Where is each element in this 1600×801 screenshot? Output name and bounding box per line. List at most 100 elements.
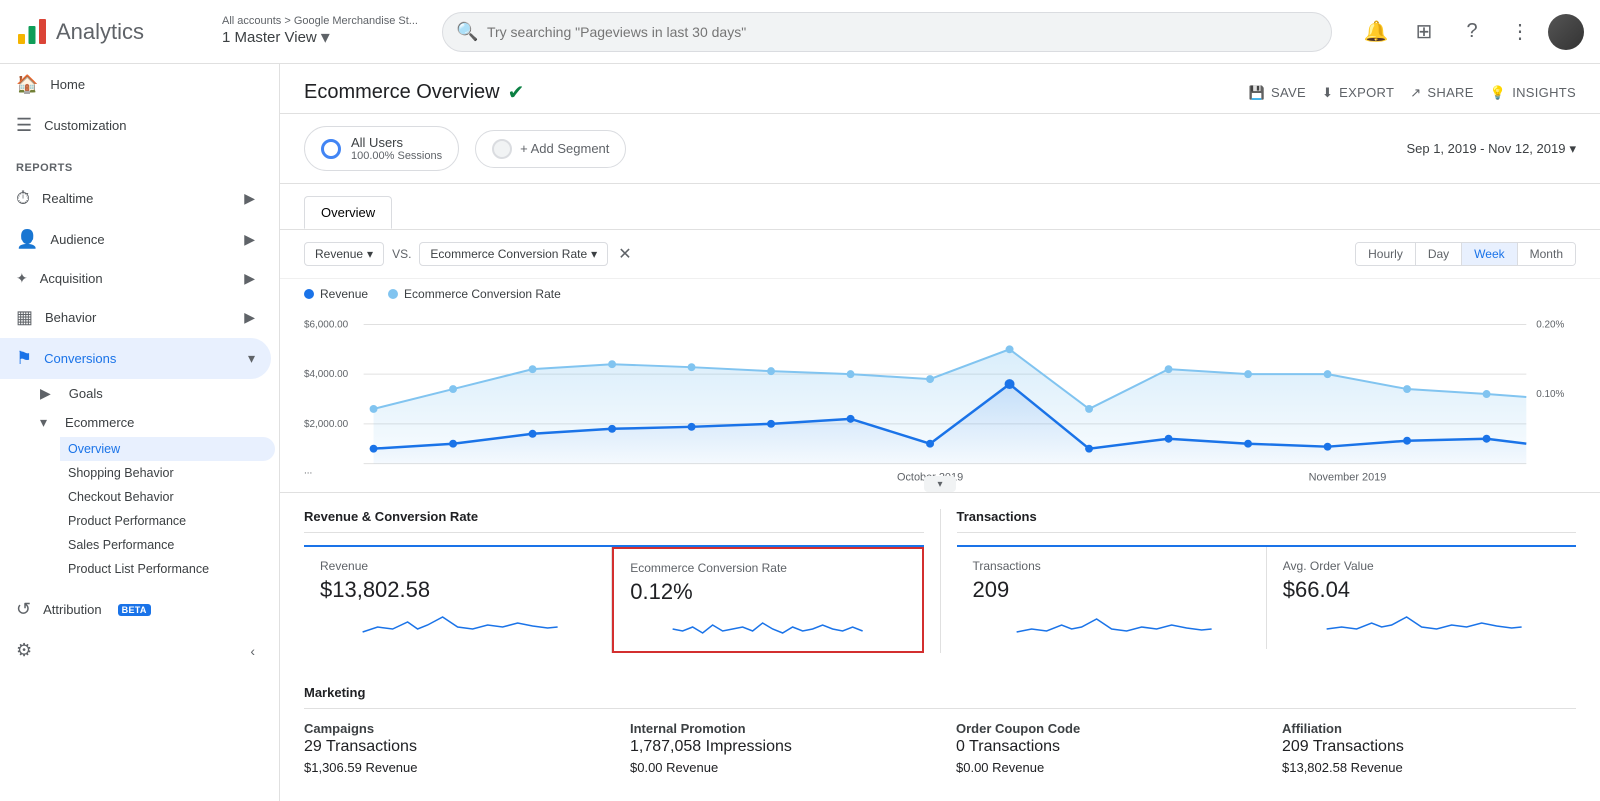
sidebar-item-product-performance[interactable]: Product Performance — [60, 509, 275, 533]
segment-sub: 100.00% Sessions — [351, 150, 442, 162]
sidebar-shopping-behavior-label: Shopping Behavior — [68, 466, 174, 480]
sidebar-realtime-label: Realtime — [42, 191, 93, 206]
metric-card-ecr: Ecommerce Conversion Rate 0.12% — [612, 547, 923, 653]
share-button[interactable]: ↗ SHARE — [1410, 85, 1474, 101]
metric-card-avg-order: Avg. Order Value $66.04 — [1267, 547, 1576, 649]
sidebar-sub-conversions: ▶ Goals ▾ Ecommerce — [0, 379, 279, 437]
date-range-selector[interactable]: Sep 1, 2019 - Nov 12, 2019 ▾ — [1406, 141, 1576, 157]
rev-dot-15 — [1483, 435, 1491, 443]
metric-value-avg-order: $66.04 — [1283, 577, 1560, 603]
expand-icon: ▶ — [244, 190, 255, 207]
account-view-selector[interactable]: 1 Master View ▾ — [222, 27, 418, 48]
sidebar-item-ecommerce[interactable]: ▾ Ecommerce — [48, 408, 271, 437]
sidebar-item-behavior[interactable]: ▦ Behavior ▶ — [0, 297, 271, 338]
marketing-title: Marketing — [304, 685, 1576, 709]
sidebar-reports-label: REPORTS — [0, 146, 279, 178]
clear-metric-button[interactable]: ✕ — [618, 244, 631, 264]
sidebar-item-acquisition[interactable]: ✦ Acquisition ▶ — [0, 260, 271, 297]
rev-dot-8 — [926, 440, 934, 448]
notification-bell-button[interactable]: 🔔 — [1356, 12, 1396, 52]
sidebar-sub2-ecommerce: Overview Shopping Behavior Checkout Beha… — [0, 437, 279, 581]
sidebar-item-product-list[interactable]: Product List Performance — [60, 557, 275, 581]
analytics-logo-icon — [16, 16, 48, 48]
revenue-section-title: Revenue & Conversion Rate — [304, 509, 924, 533]
revenue-sparkline-chart — [320, 607, 595, 637]
transactions-metrics: Transactions 209 Avg. Order Value $66.04 — [957, 545, 1577, 649]
day-button[interactable]: Day — [1415, 243, 1461, 265]
ecr-dot-12 — [1244, 370, 1252, 378]
order-coupon-revenue: $0.00 Revenue — [956, 760, 1250, 775]
week-button[interactable]: Week — [1461, 243, 1516, 265]
rev-dot-11 — [1165, 435, 1173, 443]
logo-area: Analytics — [16, 16, 206, 48]
campaigns-sub: 29 Transactions — [304, 738, 598, 756]
content-header: Ecommerce Overview ✔ 💾 SAVE ⬇ EXPORT ↗ S… — [280, 64, 1600, 114]
sidebar-item-sales-performance[interactable]: Sales Performance — [60, 533, 275, 557]
attribution-beta-badge: BETA — [118, 604, 151, 616]
vs-label: VS. — [392, 247, 411, 261]
view-label: 1 Master View — [222, 29, 317, 46]
sidebar-item-conversions[interactable]: ⚑ Conversions ▾ — [0, 338, 271, 379]
metrics-divider — [940, 509, 941, 653]
sidebar-attribution-label: Attribution — [43, 602, 102, 617]
campaigns-revenue: $1,306.59 Revenue — [304, 760, 598, 775]
more-options-button[interactable]: ⋮ — [1500, 12, 1540, 52]
sidebar-item-settings[interactable]: ⚙ ‹ — [0, 630, 271, 671]
metric1-select[interactable]: Revenue ▾ — [304, 242, 384, 266]
header-actions: 💾 SAVE ⬇ EXPORT ↗ SHARE 💡 INSIGHTS — [1249, 85, 1576, 101]
sidebar-item-customization[interactable]: ☰ Customization — [0, 105, 271, 146]
avatar[interactable] — [1548, 14, 1584, 50]
sidebar-ecommerce-label: Ecommerce — [65, 415, 134, 430]
attribution-icon: ↺ — [16, 599, 31, 620]
metric2-label: Ecommerce Conversion Rate — [430, 247, 587, 261]
sidebar-item-audience[interactable]: 👤 Audience ▶ — [0, 219, 271, 260]
sidebar-item-overview[interactable]: Overview — [60, 437, 275, 461]
sidebar-item-realtime[interactable]: ⏱ Realtime ▶ — [0, 178, 271, 219]
settings-icon: ⚙ — [16, 640, 32, 661]
apps-grid-button[interactable]: ⊞ — [1404, 12, 1444, 52]
segment-name: All Users — [351, 135, 442, 150]
month-button[interactable]: Month — [1517, 243, 1575, 265]
y-label-6000: $6,000.00 — [304, 319, 349, 330]
all-users-segment[interactable]: All Users 100.00% Sessions — [304, 126, 459, 171]
metric2-chevron: ▾ — [591, 247, 597, 261]
marketing-card-affiliation: Affiliation 209 Transactions $13,802.58 … — [1282, 721, 1576, 775]
export-button[interactable]: ⬇ EXPORT — [1322, 85, 1394, 101]
ecr-dot-10 — [1085, 405, 1093, 413]
expand-down-icon: ▾ — [40, 414, 47, 431]
rev-dot-14 — [1403, 437, 1411, 445]
rev-dot-4 — [608, 425, 616, 433]
sidebar-item-home[interactable]: 🏠 Home — [0, 64, 271, 105]
sidebar-item-shopping-behavior[interactable]: Shopping Behavior — [60, 461, 275, 485]
collapse-icon: ‹ — [250, 643, 255, 659]
order-coupon-sub: 0 Transactions — [956, 738, 1250, 756]
sidebar-item-checkout-behavior[interactable]: Checkout Behavior — [60, 485, 275, 509]
sidebar-item-goals[interactable]: ▶ Goals — [48, 379, 271, 408]
sidebar: 🏠 Home ☰ Customization REPORTS ⏱ Realtim… — [0, 64, 280, 801]
insights-button[interactable]: 💡 INSIGHTS — [1490, 85, 1576, 101]
rev-dot-5 — [688, 423, 696, 431]
add-segment-button[interactable]: + Add Segment — [475, 130, 626, 168]
marketing-card-order-coupon: Order Coupon Code 0 Transactions $0.00 R… — [956, 721, 1250, 775]
metric-card-revenue: Revenue $13,802.58 — [304, 547, 612, 653]
hourly-button[interactable]: Hourly — [1356, 243, 1415, 265]
legend-ecr-label: Ecommerce Conversion Rate — [404, 287, 561, 301]
export-icon: ⬇ — [1322, 85, 1333, 101]
tab-overview[interactable]: Overview — [304, 196, 392, 229]
metric2-select[interactable]: Ecommerce Conversion Rate ▾ — [419, 242, 608, 266]
save-button[interactable]: 💾 SAVE — [1249, 85, 1306, 101]
page-title-text: Ecommerce Overview — [304, 81, 500, 104]
sidebar-item-attribution[interactable]: ↺ Attribution BETA — [0, 589, 271, 630]
help-button[interactable]: ? — [1452, 12, 1492, 52]
chart-expand-button[interactable]: ▾ — [924, 476, 956, 492]
ecr-dot-6 — [767, 367, 775, 375]
ecr-dot-9 — [1006, 345, 1014, 353]
ecr-dot-11 — [1165, 365, 1173, 373]
search-bar: 🔍 — [442, 12, 1332, 52]
segment-circle — [321, 139, 341, 159]
y-label-4000: $4,000.00 — [304, 369, 349, 380]
search-input[interactable] — [442, 12, 1332, 52]
metrics-row: Revenue & Conversion Rate Revenue $13,80… — [280, 492, 1600, 669]
internal-promotion-revenue: $0.00 Revenue — [630, 760, 924, 775]
metric-label-avg-order: Avg. Order Value — [1283, 559, 1560, 573]
